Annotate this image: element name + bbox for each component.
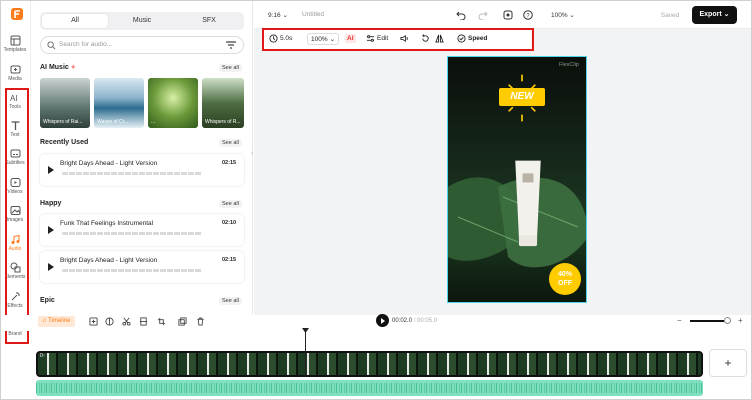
track-waveform — [62, 269, 202, 272]
tab-all[interactable]: All — [42, 14, 108, 28]
toolbar-highlight-box — [262, 28, 534, 51]
export-button[interactable]: Export ⌄ — [692, 6, 737, 24]
help-icon[interactable]: ? — [523, 10, 533, 20]
redo-icon[interactable] — [478, 10, 488, 20]
audio-track-item[interactable]: Bright Days Ahead - Light Version 02:15 — [40, 251, 244, 283]
tab-music[interactable]: Music — [109, 14, 175, 28]
timecode: 00:02.0 / 00:05.0 — [392, 318, 438, 324]
see-all-epic[interactable]: See all — [219, 297, 242, 305]
new-badge: NEW — [499, 88, 545, 106]
track-waveform — [62, 232, 202, 235]
trim-icon[interactable] — [139, 317, 148, 326]
track-duration: 02:15 — [222, 160, 237, 166]
scissors-icon[interactable] — [122, 317, 131, 326]
ai-music-thumb[interactable]: Whispers of Rai... — [40, 78, 90, 128]
undo-icon[interactable] — [456, 10, 466, 20]
video-canvas[interactable]: FlexClip NEW 40% OFF — [447, 56, 587, 303]
sparkle-icon: ✧ — [70, 65, 76, 71]
templates-icon — [10, 35, 20, 46]
audio-track-item[interactable]: Funk That Feelings Instrumental 02:10 — [40, 214, 244, 246]
rail-highlight-box — [5, 88, 29, 344]
add-track-button[interactable]: + — [709, 349, 747, 377]
see-all-recently-used[interactable]: See all — [219, 139, 242, 147]
play-icon[interactable] — [48, 263, 54, 271]
watermark-text: FlexClip — [559, 62, 579, 68]
audio-panel: All Music SFX Search for audio... AI Mus… — [31, 1, 253, 315]
ai-music-thumb[interactable]: Waves of Cr... — [94, 78, 144, 128]
zoom-slider[interactable] — [690, 320, 728, 322]
panel-tabs: All Music SFX — [40, 12, 244, 30]
section-title-happy: Happy — [40, 200, 62, 207]
tab-sfx[interactable]: SFX — [176, 14, 242, 28]
section-title-epic: Epic — [40, 297, 55, 304]
play-icon[interactable] — [48, 226, 54, 234]
see-all-happy[interactable]: See all — [219, 200, 242, 208]
aspect-ratio-select[interactable]: 9:16 ⌄ — [268, 11, 288, 19]
track-duration: 02:15 — [222, 257, 237, 263]
zoom-slider-handle[interactable] — [724, 317, 731, 324]
delete-icon[interactable] — [196, 317, 205, 326]
see-all-ai-music[interactable]: See all — [219, 64, 242, 72]
play-button[interactable] — [376, 314, 389, 327]
audio-clip-track[interactable] — [36, 380, 703, 396]
timeline-ruler — [31, 331, 751, 351]
rail-item-label: Media — [8, 76, 22, 82]
track-name: Funk That Feelings Instrumental — [60, 220, 154, 227]
duplicate-icon[interactable] — [178, 317, 187, 326]
zoom-out-icon[interactable]: − — [677, 316, 682, 325]
split-icon[interactable] — [105, 317, 114, 326]
play-icon[interactable] — [48, 166, 54, 174]
product-tube — [515, 160, 541, 247]
audio-track-item[interactable]: Bright Days Ahead - Light Version 02:15 — [40, 154, 244, 186]
zoom-select[interactable]: 100% ⌄ — [551, 11, 575, 19]
discount-badge: 40% OFF — [549, 263, 581, 295]
screenshot-icon[interactable] — [503, 10, 513, 20]
search-icon — [47, 41, 56, 50]
timeline-toggle[interactable]: ♫ Timeline — [38, 316, 75, 327]
rail-item-templates[interactable]: Templates — [2, 32, 28, 58]
clip-tag: 0↑ — [40, 353, 46, 359]
saved-status: Saved — [660, 12, 680, 19]
playhead[interactable] — [305, 328, 306, 377]
search-placeholder: Search for audio... — [59, 41, 113, 48]
video-clip-track[interactable] — [36, 351, 703, 377]
flexclip-logo[interactable] — [10, 7, 24, 21]
ai-music-thumb[interactable]: Whispers of R... — [202, 78, 244, 128]
add-clip-icon[interactable] — [89, 317, 98, 326]
search-input[interactable]: Search for audio... — [40, 36, 244, 54]
rail-item-media[interactable]: Media — [2, 61, 28, 87]
track-duration: 02:10 — [222, 220, 237, 226]
section-title-ai-music: AI Music ✧ — [40, 64, 76, 71]
zoom-in-icon[interactable]: + — [738, 316, 743, 325]
crop-icon[interactable] — [157, 317, 166, 326]
section-title-recently-used: Recently Used — [40, 139, 89, 146]
svg-text:?: ? — [526, 13, 530, 19]
ai-music-thumb[interactable]: ... — [148, 78, 198, 128]
media-icon — [10, 65, 20, 74]
track-name: Bright Days Ahead - Light Version — [60, 257, 158, 264]
track-waveform — [62, 172, 202, 175]
track-name: Bright Days Ahead - Light Version — [60, 160, 158, 167]
filter-icon[interactable] — [225, 39, 237, 51]
rail-item-label: Templates — [3, 47, 27, 53]
project-title[interactable]: Untitled — [302, 11, 324, 18]
